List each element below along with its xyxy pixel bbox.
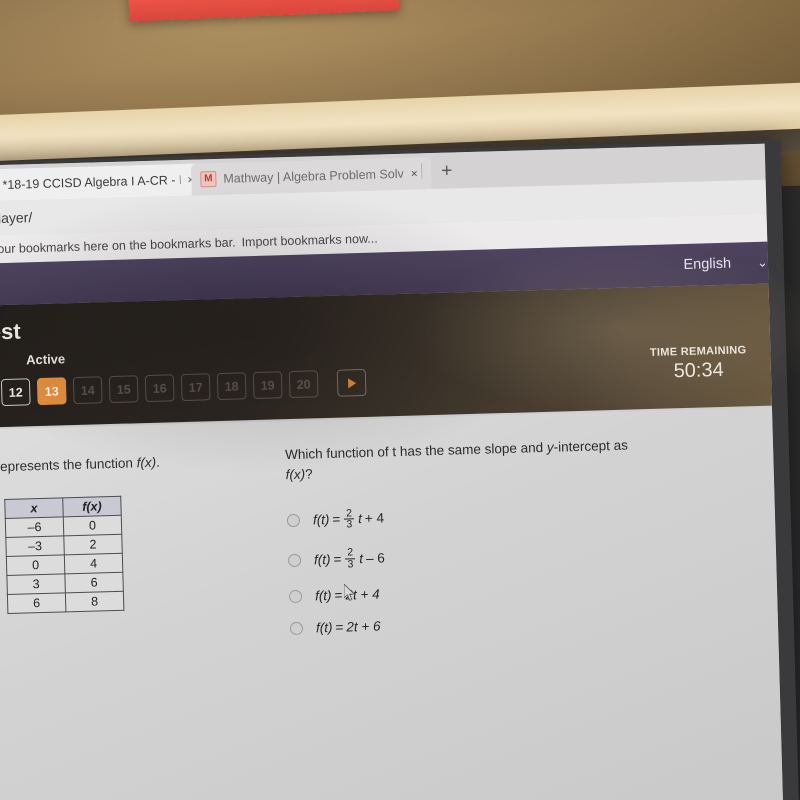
question-prompt: Which function of t has the same slope a…: [285, 434, 686, 486]
play-triangle-icon: [347, 377, 356, 388]
choice-variable: t: [357, 511, 363, 527]
cell-x: 0: [6, 554, 65, 576]
answer-choice-4[interactable]: f(t) = 2t + 6: [289, 610, 690, 636]
fraction: 23: [345, 546, 356, 571]
question-left-column: e table represents the function f(x). x …: [0, 449, 285, 615]
question-right-column: Which function of t has the same slope a…: [285, 434, 691, 653]
cell-fx: 0: [63, 514, 122, 536]
table-caption: e table represents the function f(x).: [0, 449, 282, 478]
question-button-16[interactable]: 16: [144, 374, 175, 403]
answer-choice-label: f(t) = 2 3 t – 6: [313, 546, 386, 572]
choice-expression: 2t + 6: [346, 618, 381, 635]
question-button-12[interactable]: 12: [0, 378, 31, 407]
question-button-15[interactable]: 15: [108, 375, 139, 404]
timer-label: TIME REMAINING: [649, 344, 747, 359]
question-button-14[interactable]: 14: [72, 376, 103, 405]
new-tab-button[interactable]: +: [441, 160, 453, 182]
choice-lhs: f(t): [314, 587, 332, 604]
url-text: rn.edgenuity.com/Player/: [0, 209, 33, 230]
cell-fx: 4: [64, 552, 123, 574]
test-header: t Test Test Active 11121314151617181920 …: [0, 283, 772, 431]
question-prompt-part1: Which function of t has the same slope a…: [284, 439, 548, 463]
fraction-denominator: 3: [346, 518, 353, 531]
cell-x: –3: [5, 535, 65, 557]
answer-choice-2[interactable]: f(t) = 2 3 t – 6: [287, 538, 688, 572]
question-button-17[interactable]: 17: [180, 373, 211, 402]
fraction: 23: [344, 507, 355, 531]
function-table: x f(x) –6 0 –3 2 0 4 3 6 6 8: [4, 495, 125, 614]
choice-tail: – 6: [365, 550, 386, 566]
question-button-20[interactable]: 20: [288, 370, 319, 399]
timer-value: 50:34: [673, 358, 725, 383]
question-prompt-part2: -intercept as: [553, 437, 629, 455]
choice-lhs: f(t): [315, 619, 333, 636]
question-button-18[interactable]: 18: [216, 372, 247, 401]
table-row: 68: [7, 590, 124, 614]
answer-choice-label: f(t) = 2t + 6: [316, 618, 381, 635]
radio-button-icon[interactable]: [287, 553, 302, 568]
radio-button-icon[interactable]: [288, 589, 303, 603]
cell-x: 6: [7, 592, 66, 614]
question-prompt-fn: f(x): [285, 466, 306, 483]
table-caption-end: .: [155, 454, 161, 470]
question-button-13[interactable]: 13: [36, 377, 67, 406]
column-header-x: x: [4, 497, 64, 519]
next-question-button[interactable]: [336, 368, 367, 397]
close-icon[interactable]: ×: [411, 166, 418, 180]
browser-screen: ✕ *18-19 CCISD Algebra I A-CR - E × M Ma…: [0, 143, 784, 800]
photo-of-monitor-scene: ✕ *18-19 CCISD Algebra I A-CR - E × M Ma…: [0, 0, 800, 800]
import-bookmarks-link[interactable]: Import bookmarks now...: [235, 232, 378, 250]
status-badge: Active: [25, 351, 66, 368]
fraction-denominator: 3: [347, 558, 354, 571]
language-selector-label[interactable]: English: [683, 256, 731, 273]
mouse-cursor-icon: [344, 584, 356, 601]
answer-choice-label: f(t) = 2 3 t + 4: [313, 507, 385, 532]
choice-equals: =: [334, 587, 343, 603]
cell-fx: 2: [63, 533, 123, 555]
choice-lhs: f(t): [313, 551, 331, 568]
choice-lhs: f(t): [312, 512, 330, 528]
mathway-m-icon: M: [200, 170, 217, 188]
timer: TIME REMAINING 50:34: [650, 344, 747, 384]
answer-choice-1[interactable]: f(t) = 2 3 t + 4: [286, 498, 687, 532]
choice-variable: t: [359, 550, 364, 567]
question-button-19[interactable]: 19: [252, 371, 283, 400]
choice-equals: =: [335, 619, 344, 635]
page-title: t Test: [0, 318, 21, 346]
tab-title: Mathway | Algebra Problem Solv: [223, 166, 404, 186]
bookmarks-hint: quick access, place your bookmarks here …: [0, 235, 236, 259]
cell-fx: 8: [65, 590, 124, 612]
cell-x: 3: [6, 573, 66, 595]
answer-choices[interactable]: f(t) = 2 3 t + 4 f(t) = 2 3 t – 6 f(t) = 2t + 4 f(t) = 2t…: [286, 498, 690, 636]
cell-x: –6: [5, 516, 64, 538]
table-caption-text: e table represents the function: [0, 455, 134, 475]
radio-button-icon[interactable]: [289, 621, 304, 635]
cell-fx: 6: [64, 571, 124, 593]
radio-button-icon[interactable]: [286, 514, 301, 528]
chevron-down-icon[interactable]: ⌄: [757, 255, 768, 271]
column-header-fx: f(x): [62, 495, 122, 517]
breadcrumb: Test Active: [0, 351, 65, 369]
choice-equals: =: [332, 511, 341, 528]
choice-equals: =: [333, 551, 342, 567]
question-card: e table represents the function f(x). x …: [0, 407, 784, 800]
tab-title: *18-19 CCISD Algebra I A-CR - E: [2, 173, 181, 192]
choice-tail: + 4: [364, 510, 385, 527]
table-caption-fn: f(x): [136, 454, 157, 471]
question-number-nav[interactable]: 11121314151617181920: [0, 368, 367, 407]
question-prompt-qmark: ?: [304, 466, 313, 482]
